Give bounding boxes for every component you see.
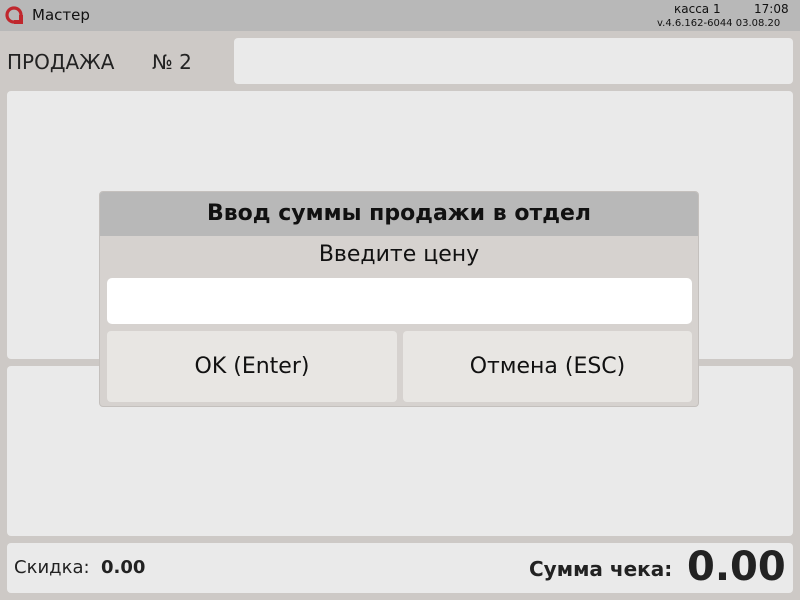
price-entry-dialog: Ввод суммы продажи в отдел Введите цену …	[99, 191, 699, 407]
sale-title: ПРОДАЖА	[7, 50, 115, 74]
dialog-prompt: Введите цену	[318, 242, 480, 267]
dialog-title: Ввод суммы продажи в отдел	[100, 192, 698, 236]
discount-label: Скидка:	[14, 557, 90, 578]
cancel-button[interactable]: Отмена (ESC)	[403, 331, 692, 402]
sale-number: № 2	[152, 50, 192, 74]
app-name: Мастер	[32, 6, 90, 24]
price-input[interactable]	[107, 278, 692, 324]
total-label: Сумма чека:	[529, 557, 673, 581]
header-info-field	[234, 38, 793, 84]
ok-button[interactable]: OK (Enter)	[107, 331, 397, 402]
discount-value: 0.00	[101, 557, 146, 578]
version-label: v.4.6.162-6044 03.08.20	[657, 18, 781, 29]
register-label: касса 1	[674, 2, 721, 16]
top-bar: Мастер касса 1 17:08 v.4.6.162-6044 03.0…	[0, 0, 800, 31]
total-value: 0.00	[687, 544, 786, 590]
clock: 17:08	[754, 2, 789, 16]
app-logo-icon	[5, 6, 23, 24]
